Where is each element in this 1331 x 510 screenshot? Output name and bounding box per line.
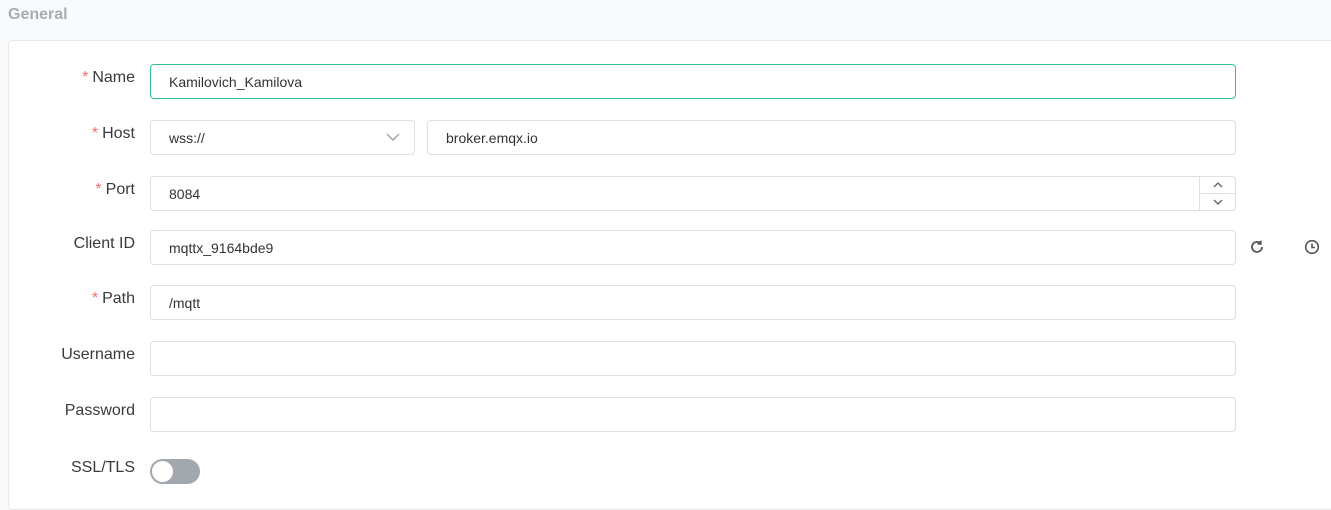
decrease-button[interactable] [1200,194,1235,210]
path-input[interactable]: /mqtt [150,285,1236,320]
client-id-label: Client ID [73,235,135,252]
increase-button[interactable] [1200,177,1235,194]
host-input[interactable]: broker.emqx.io [427,120,1236,155]
refresh-icon[interactable] [1248,238,1266,256]
required-marker: * [91,125,99,142]
required-marker: * [95,181,102,198]
chevron-up-icon [1213,182,1222,188]
client-id-input[interactable]: mqttx_9164bde9 [150,230,1236,265]
password-input[interactable] [150,397,1236,432]
toggle-knob [152,461,173,482]
ssl-tls-label: SSL/TLS [70,459,135,476]
required-marker: * [82,69,89,86]
section-title: General [8,6,68,23]
path-label: * Path [91,290,135,307]
name-label: * Name [82,69,135,86]
chevron-down-icon [386,133,400,142]
username-label: Username [61,346,135,363]
port-input[interactable]: 8084 [150,176,1236,211]
required-marker: * [91,290,99,307]
port-stepper[interactable] [1199,177,1235,210]
host-label: * Host [91,125,135,142]
username-input[interactable] [150,341,1236,376]
name-input[interactable]: Kamilovich_Kamilova [150,64,1236,99]
chevron-down-icon [1213,199,1222,205]
port-label: * Port [95,181,135,198]
ssl-tls-toggle[interactable] [150,459,200,484]
protocol-select[interactable]: wss:// [150,120,415,155]
general-settings-card [8,40,1331,510]
password-label: Password [64,402,135,419]
clock-icon[interactable] [1303,238,1321,256]
